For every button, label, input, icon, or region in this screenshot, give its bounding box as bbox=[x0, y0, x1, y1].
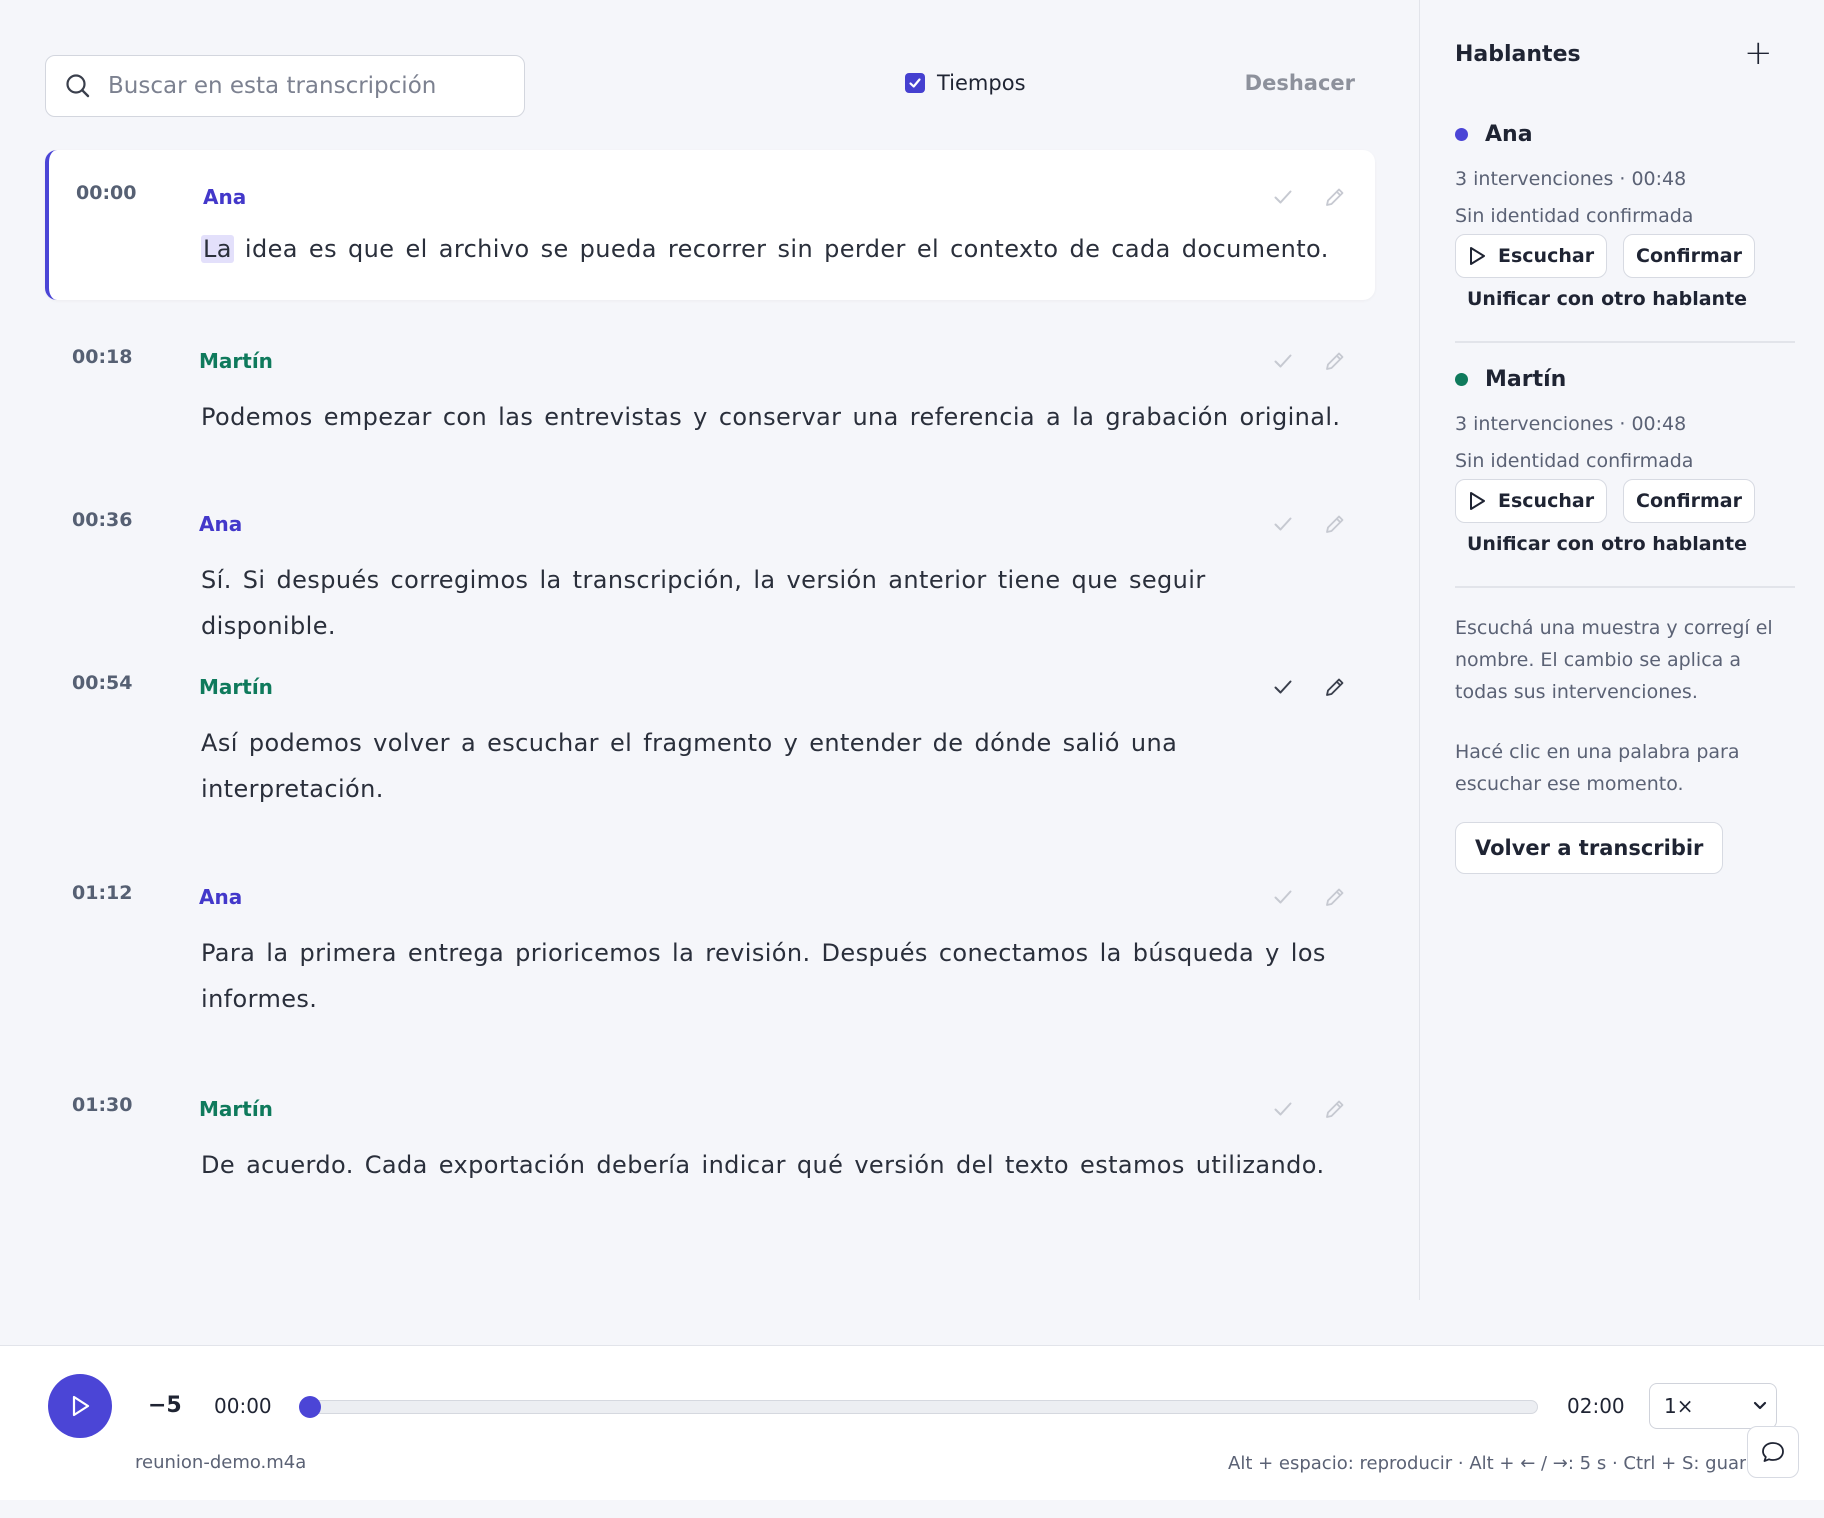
listen-label: Escuchar bbox=[1498, 245, 1595, 267]
segment-time[interactable]: 00:36 bbox=[72, 509, 132, 531]
segment-text[interactable]: Sí. Si después corregimos la transcripci… bbox=[201, 557, 1341, 649]
transcript-panel: Tiempos Deshacer 00:00 Ana La idea es qu… bbox=[0, 0, 1419, 1345]
segment-time[interactable]: 00:18 bbox=[72, 346, 132, 368]
speakers-title: Hablantes bbox=[1455, 42, 1581, 67]
chevron-down-icon bbox=[1753, 1401, 1767, 1410]
merge-speaker-link[interactable]: Unificar con otro hablante bbox=[1467, 288, 1747, 310]
help-text-click-word: Hacé clic en una palabra para escuchar e… bbox=[1455, 741, 1740, 795]
skip-back-button[interactable]: −5 bbox=[148, 1393, 182, 1418]
segment-actions bbox=[1268, 509, 1350, 539]
speaker-color-dot bbox=[1455, 128, 1468, 141]
edit-pencil-icon[interactable] bbox=[1320, 509, 1350, 539]
segment[interactable]: 01:12 Ana Para la primera entrega priori… bbox=[45, 850, 1375, 1046]
timestamps-toggle[interactable]: Tiempos bbox=[905, 71, 1026, 95]
speaker-identity: Sin identidad confirmada bbox=[1455, 450, 1694, 472]
segment-speaker[interactable]: Martín bbox=[199, 675, 273, 699]
help-text-rename: Escuchá una muestra y corregí el nombre.… bbox=[1455, 617, 1773, 703]
segment[interactable]: 00:18 Martín Podemos empezar con las ent… bbox=[45, 314, 1375, 464]
segment-time[interactable]: 00:00 bbox=[76, 182, 136, 204]
segment[interactable]: 00:54 Martín Así podemos volver a escuch… bbox=[45, 640, 1375, 836]
speaker-stats: 3 intervenciones · 00:48 bbox=[1455, 168, 1687, 190]
merge-speaker-link[interactable]: Unificar con otro hablante bbox=[1467, 533, 1747, 555]
divider bbox=[1455, 341, 1795, 343]
timestamps-checkbox[interactable] bbox=[905, 73, 925, 93]
segment-actions bbox=[1268, 182, 1350, 212]
segment-actions bbox=[1268, 1094, 1350, 1124]
listen-label: Escuchar bbox=[1498, 490, 1595, 512]
confirm-check-icon[interactable] bbox=[1268, 1094, 1298, 1124]
speaker-name-text[interactable]: Martín bbox=[1485, 367, 1566, 392]
confirm-button[interactable]: Confirmar bbox=[1623, 479, 1755, 523]
speakers-sidebar: Hablantes + Ana 3 intervenciones · 00:48… bbox=[1419, 0, 1824, 1300]
speed-value: 1× bbox=[1664, 1394, 1694, 1418]
search-box[interactable] bbox=[45, 55, 525, 117]
file-name: reunion-demo.m4a bbox=[135, 1452, 307, 1473]
segment[interactable]: 01:30 Martín De acuerdo. Cada exportació… bbox=[45, 1062, 1375, 1212]
confirm-check-icon[interactable] bbox=[1268, 882, 1298, 912]
segment[interactable]: 00:00 Ana La idea es que el archivo se p… bbox=[45, 150, 1375, 300]
retranscribe-button[interactable]: Volver a transcribir bbox=[1455, 822, 1724, 874]
edit-pencil-icon[interactable] bbox=[1320, 672, 1350, 702]
segment-time[interactable]: 01:12 bbox=[72, 882, 132, 904]
play-button[interactable] bbox=[48, 1374, 112, 1438]
play-icon bbox=[1470, 492, 1485, 510]
divider bbox=[1455, 586, 1795, 588]
progress-thumb[interactable] bbox=[299, 1396, 321, 1418]
edit-pencil-icon[interactable] bbox=[1320, 882, 1350, 912]
segment-text[interactable]: Para la primera entrega prioricemos la r… bbox=[201, 930, 1341, 1022]
play-icon bbox=[72, 1395, 90, 1417]
segment-speaker[interactable]: Ana bbox=[203, 185, 246, 209]
audio-player: −5 00:00 02:00 1× reunion-demo.m4a Alt +… bbox=[0, 1345, 1824, 1500]
segment-actions bbox=[1268, 882, 1350, 912]
segment-actions bbox=[1268, 672, 1350, 702]
segment-text[interactable]: De acuerdo. Cada exportación debería ind… bbox=[201, 1142, 1341, 1188]
segment-text[interactable]: La idea es que el archivo se pueda recor… bbox=[201, 226, 1341, 272]
feedback-button[interactable] bbox=[1747, 1426, 1799, 1478]
speaker-stats: 3 intervenciones · 00:48 bbox=[1455, 413, 1687, 435]
segment-speaker[interactable]: Martín bbox=[199, 1097, 273, 1121]
speaker-color-dot bbox=[1455, 373, 1468, 386]
segment[interactable]: 00:36 Ana Sí. Si después corregimos la t… bbox=[45, 477, 1375, 640]
highlighted-word[interactable]: La bbox=[201, 235, 234, 263]
plus-icon[interactable]: + bbox=[1744, 36, 1773, 70]
segment-text-rest[interactable]: idea es que el archivo se pueda recorrer… bbox=[245, 235, 1329, 263]
timestamps-label: Tiempos bbox=[937, 71, 1026, 95]
speaker-name-text[interactable]: Ana bbox=[1485, 122, 1533, 147]
search-icon bbox=[66, 74, 90, 98]
segment-speaker[interactable]: Ana bbox=[199, 512, 242, 536]
segment-speaker[interactable]: Ana bbox=[199, 885, 242, 909]
confirm-check-icon[interactable] bbox=[1268, 509, 1298, 539]
confirm-check-icon[interactable] bbox=[1268, 182, 1298, 212]
speaker-name[interactable]: Martín bbox=[1455, 367, 1566, 392]
confirm-label: Confirmar bbox=[1636, 490, 1742, 512]
undo-button[interactable]: Deshacer bbox=[1245, 71, 1355, 95]
edit-pencil-icon[interactable] bbox=[1320, 182, 1350, 212]
segment-actions bbox=[1268, 346, 1350, 376]
segment-time[interactable]: 01:30 bbox=[72, 1094, 132, 1116]
segment-time[interactable]: 00:54 bbox=[72, 672, 132, 694]
segment-text[interactable]: Podemos empezar con las entrevistas y co… bbox=[201, 394, 1341, 440]
total-time: 02:00 bbox=[1567, 1394, 1625, 1418]
chat-bubble-icon bbox=[1762, 1442, 1784, 1462]
play-icon bbox=[1470, 247, 1485, 265]
listen-button[interactable]: Escuchar bbox=[1455, 234, 1608, 278]
confirm-check-icon[interactable] bbox=[1268, 346, 1298, 376]
keyboard-shortcuts-hint: Alt + espacio: reproducir · Alt + ← / →:… bbox=[1228, 1453, 1746, 1474]
search-input[interactable] bbox=[108, 73, 508, 99]
segment-speaker[interactable]: Martín bbox=[199, 349, 273, 373]
edit-pencil-icon[interactable] bbox=[1320, 346, 1350, 376]
confirm-button[interactable]: Confirmar bbox=[1623, 234, 1755, 278]
speaker-identity: Sin identidad confirmada bbox=[1455, 205, 1694, 227]
current-time: 00:00 bbox=[214, 1394, 272, 1418]
confirm-label: Confirmar bbox=[1636, 245, 1742, 267]
speed-select[interactable]: 1× bbox=[1649, 1383, 1777, 1429]
confirm-check-icon[interactable] bbox=[1268, 672, 1298, 702]
listen-button[interactable]: Escuchar bbox=[1455, 479, 1608, 523]
check-icon bbox=[909, 78, 921, 88]
toolbar: Tiempos Deshacer bbox=[45, 55, 1355, 117]
segment-text[interactable]: Así podemos volver a escuchar el fragmen… bbox=[201, 720, 1231, 812]
progress-slider[interactable] bbox=[299, 1396, 1538, 1418]
speaker-name[interactable]: Ana bbox=[1455, 122, 1533, 147]
edit-pencil-icon[interactable] bbox=[1320, 1094, 1350, 1124]
